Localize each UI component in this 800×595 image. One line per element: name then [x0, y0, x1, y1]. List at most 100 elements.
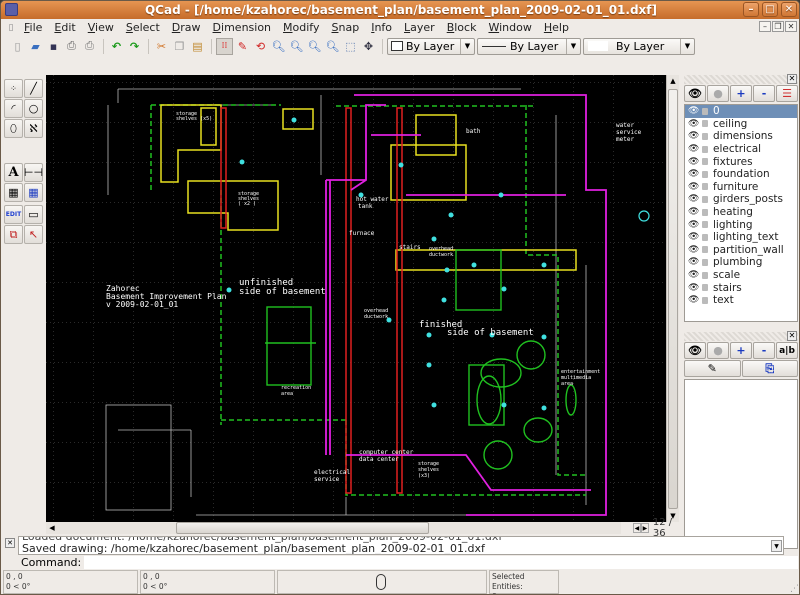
layer-item[interactable]: 👁︎ stairs	[685, 281, 797, 294]
lock-icon[interactable]	[702, 158, 708, 166]
block-list[interactable]	[684, 379, 798, 549]
layer-item[interactable]: 👁︎ lighting_text	[685, 231, 797, 244]
horizontal-scroll-thumb[interactable]	[176, 522, 429, 534]
menu-file[interactable]: File	[18, 21, 48, 34]
zoom-pan-icon[interactable]: ✥	[360, 38, 377, 55]
minimize-button[interactable]: –	[743, 2, 759, 17]
undo-icon[interactable]: ↶	[108, 38, 125, 55]
linetype-combo[interactable]: By Layer ▼	[477, 37, 581, 55]
menu-help[interactable]: Help	[538, 21, 575, 34]
circles-tool[interactable]: ○	[24, 99, 43, 118]
lock-icon[interactable]	[702, 284, 708, 292]
lock-icon[interactable]	[702, 107, 708, 115]
rename-block-button[interactable]: a|b	[776, 342, 798, 359]
menu-modify[interactable]: Modify	[277, 21, 325, 34]
vertical-scrollbar[interactable]: ▲ ▼	[666, 75, 679, 522]
print-preview-icon[interactable]: ⎙	[81, 38, 98, 55]
lock-icon[interactable]	[702, 132, 708, 140]
layer-item[interactable]: 👁︎ partition_wall	[685, 244, 797, 257]
zoom-previous-icon[interactable]: 🔍︎	[324, 38, 341, 55]
redo-icon[interactable]: ↷	[126, 38, 143, 55]
mdi-restore-button[interactable]: ❐	[772, 21, 784, 32]
layer-dock-header[interactable]: ✕	[684, 74, 798, 84]
redraw-icon[interactable]: ⟲	[252, 38, 269, 55]
eye-icon[interactable]: 👁︎	[688, 169, 700, 179]
eye-icon[interactable]: 👁︎	[688, 245, 700, 255]
scroll-left-arrow[interactable]: ◀	[46, 522, 58, 534]
hide-all-layers-button[interactable]: ●	[707, 85, 729, 102]
scroll-up-arrow[interactable]: ▲	[667, 75, 679, 87]
command-history[interactable]: Loaded document: /home/kzahorec/basement…	[18, 536, 784, 555]
menu-window[interactable]: Window	[482, 21, 537, 34]
eye-icon[interactable]: 👁︎	[688, 194, 700, 204]
lines-tool[interactable]: ╱	[24, 79, 43, 98]
linewidth-combo[interactable]: By Layer ▼	[583, 37, 695, 55]
eye-icon[interactable]: 👁︎	[688, 283, 700, 293]
lock-icon[interactable]	[702, 271, 708, 279]
ellipses-tool[interactable]: ⬯	[4, 119, 23, 138]
lock-icon[interactable]	[702, 195, 708, 203]
mdi-minimize-button[interactable]: –	[759, 21, 771, 32]
command-input[interactable]	[84, 556, 798, 569]
grid-toggle-icon[interactable]: ⁞⁞	[216, 37, 233, 55]
dimensions-tool[interactable]: ⊢⊣	[24, 163, 43, 182]
history-scroll-down-icon[interactable]: ▼	[771, 540, 782, 552]
points-tool[interactable]: ⁘	[4, 79, 23, 98]
image-tool[interactable]: ▦	[24, 183, 43, 202]
add-block-button[interactable]: +	[730, 342, 752, 359]
drawing-canvas[interactable]: Zahorec Basement Improvement Plan v 2009…	[46, 75, 666, 522]
lock-icon[interactable]	[702, 221, 708, 229]
show-all-layers-button[interactable]: 👁︎	[684, 85, 706, 102]
next-page-button[interactable]: ▶	[640, 523, 649, 533]
splines-tool[interactable]: ℵ	[24, 119, 43, 138]
eye-icon[interactable]: 👁︎	[688, 131, 700, 141]
layer-item[interactable]: 👁︎ dimensions	[685, 130, 797, 143]
layer-item[interactable]: 👁︎ ceiling	[685, 118, 797, 131]
menu-edit[interactable]: Edit	[48, 21, 81, 34]
horizontal-scrollbar[interactable]: ◀	[46, 522, 621, 534]
qcad-app-icon[interactable]	[5, 3, 18, 16]
zoom-auto-icon[interactable]: 🔍︎	[306, 38, 323, 55]
maximize-button[interactable]: □	[762, 2, 778, 17]
copy-icon[interactable]: ❐	[171, 38, 188, 55]
print-icon[interactable]: ⎙	[63, 38, 80, 55]
title-bar[interactable]: QCad - [/home/kzahorec/basement_plan/bas…	[1, 1, 799, 19]
eye-icon[interactable]: 👁︎	[688, 220, 700, 230]
lock-icon[interactable]	[702, 258, 708, 266]
mdi-close-button[interactable]: ✕	[785, 21, 797, 32]
color-combo[interactable]: By Layer ▼	[387, 37, 475, 55]
paste-icon[interactable]: ▤	[189, 38, 206, 55]
save-file-icon[interactable]: ▪	[45, 38, 62, 55]
eye-icon[interactable]: 👁︎	[688, 182, 700, 192]
previous-page-button[interactable]: ◀	[633, 523, 641, 533]
menu-select[interactable]: Select	[120, 21, 166, 34]
lock-icon[interactable]	[702, 183, 708, 191]
remove-block-button[interactable]: -	[753, 342, 775, 359]
chevron-down-icon[interactable]: ▼	[680, 38, 694, 54]
snap-tool[interactable]: ↖	[24, 225, 43, 244]
lock-icon[interactable]	[702, 296, 708, 304]
eye-icon[interactable]: 👁︎	[688, 207, 700, 217]
menu-info[interactable]: Info	[365, 21, 398, 34]
cut-icon[interactable]: ✂	[153, 38, 170, 55]
resize-grip-icon[interactable]: ⋰	[790, 584, 799, 594]
eye-icon[interactable]: 👁︎	[688, 295, 700, 305]
menu-layer[interactable]: Layer	[398, 21, 441, 34]
edit-layer-button[interactable]: ☰	[776, 85, 798, 102]
remove-layer-button[interactable]: -	[753, 85, 775, 102]
open-file-icon[interactable]: ▰	[27, 38, 44, 55]
menu-view[interactable]: View	[82, 21, 120, 34]
edit-block-button[interactable]: ✎	[684, 360, 741, 377]
menu-snap[interactable]: Snap	[326, 21, 366, 34]
layer-item[interactable]: 👁︎ plumbing	[685, 256, 797, 269]
layer-item[interactable]: 👁︎ electrical	[685, 143, 797, 156]
close-layer-dock-icon[interactable]: ✕	[787, 74, 797, 84]
select-tool[interactable]: ⧉	[4, 225, 23, 244]
edit-tool[interactable]: EDIT	[4, 205, 23, 224]
eye-icon[interactable]: 👁︎	[688, 232, 700, 242]
menu-dimension[interactable]: Dimension	[207, 21, 277, 34]
block-dock-header[interactable]: ✕	[684, 331, 798, 341]
layer-item[interactable]: 👁︎ scale	[685, 269, 797, 282]
close-block-dock-icon[interactable]: ✕	[787, 331, 797, 341]
zoom-window-icon[interactable]: ⬚	[342, 38, 359, 55]
